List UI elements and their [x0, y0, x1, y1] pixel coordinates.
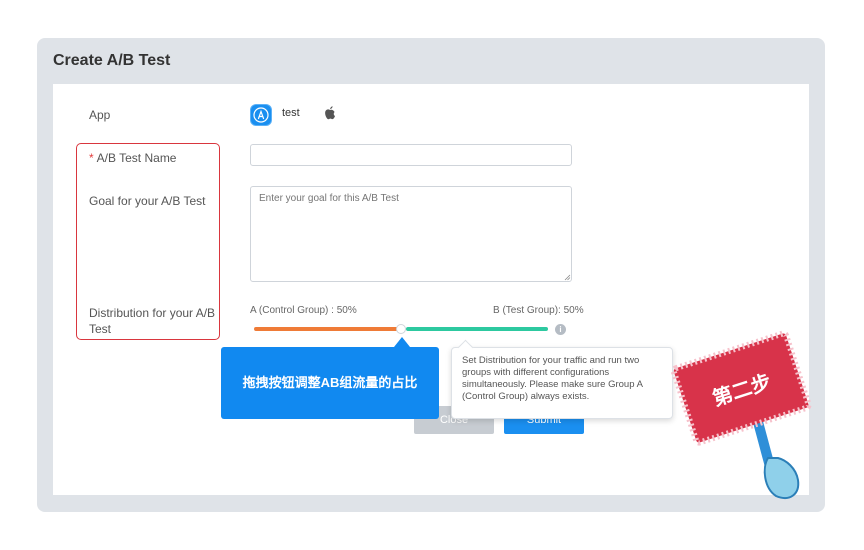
- info-icon[interactable]: i: [555, 324, 566, 335]
- ab-test-name-label-text: A/B Test Name: [96, 151, 177, 165]
- required-mark: *: [89, 151, 94, 165]
- ab-test-name-input[interactable]: [250, 144, 572, 166]
- app-label: App: [89, 108, 111, 122]
- app-name: test: [282, 107, 300, 119]
- group-a-label: A (Control Group) : 50%: [250, 305, 357, 316]
- dialog-title: Create A/B Test: [53, 52, 171, 69]
- slider-track-group-b[interactable]: [406, 327, 548, 331]
- resize-grip-icon[interactable]: [564, 274, 571, 281]
- sign-hand: [763, 457, 800, 499]
- ab-test-name-label: * A/B Test Name: [89, 150, 176, 166]
- distribution-slider-handle[interactable]: [396, 324, 406, 334]
- group-b-label: B (Test Group): 50%: [493, 305, 584, 316]
- app-store-glyph: [253, 107, 269, 123]
- distribution-label: Distribution for your A/B Test: [89, 306, 216, 336]
- tooltip-text: Set Distribution for your traffic and ru…: [462, 355, 643, 402]
- apple-icon: [325, 106, 335, 120]
- drag-hint-callout: 拖拽按钮调整AB组流量的占比: [221, 337, 439, 419]
- step-sign-illustration: 第二步: [670, 330, 812, 499]
- slider-track-group-a[interactable]: [254, 327, 398, 331]
- app-store-icon: [250, 104, 272, 126]
- goal-textarea[interactable]: [250, 186, 572, 282]
- callout-text: 拖拽按钮调整AB组流量的占比: [242, 375, 418, 390]
- goal-label: Goal for your A/B Test: [89, 194, 206, 208]
- sign-board: 第二步: [670, 330, 812, 446]
- distribution-tooltip: Set Distribution for your traffic and ru…: [451, 339, 673, 419]
- callout-arrow: [394, 337, 410, 347]
